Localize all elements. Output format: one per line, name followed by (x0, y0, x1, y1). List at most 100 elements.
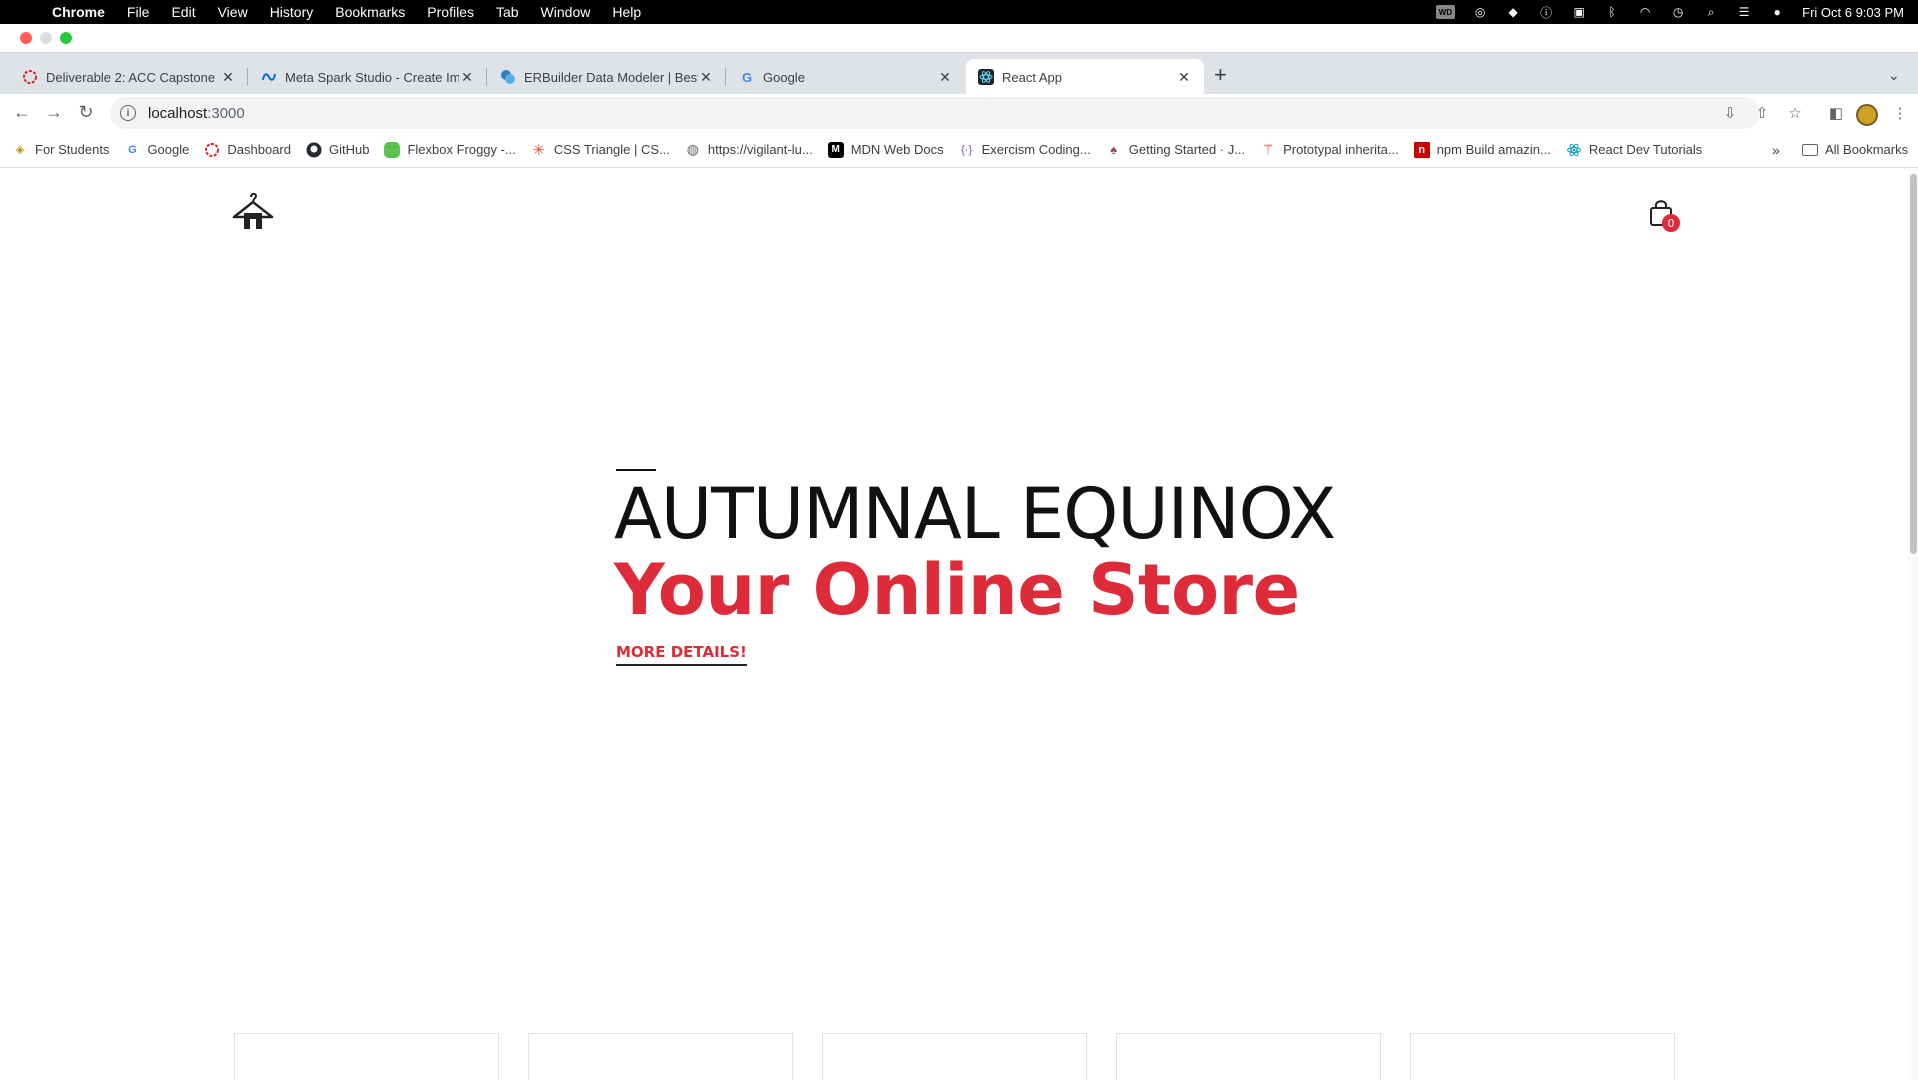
profile-avatar[interactable] (1856, 104, 1878, 126)
jest-icon: ♠ (1110, 142, 1118, 157)
control-center-icon[interactable]: ☰ (1736, 5, 1752, 19)
bookmark-css-triangle[interactable]: ✳ CSS Triangle | CS... (531, 142, 670, 159)
menu-window[interactable]: Window (541, 4, 591, 20)
tab-meta-spark[interactable]: Meta Spark Studio - Create Im ✕ (249, 59, 487, 95)
bookmark-label: Prototypal inherita... (1283, 142, 1399, 157)
menu-app-name[interactable]: Chrome (52, 4, 105, 20)
bookmark-vigilant[interactable]: ◍ https://vigilant-lu... (685, 141, 813, 158)
url-host: localhost (148, 104, 208, 122)
category-card[interactable] (234, 1033, 499, 1080)
bookmark-for-students[interactable]: ◈ For Students (12, 142, 110, 158)
erbuilder-icon (500, 69, 516, 85)
tab-deliverable[interactable]: Deliverable 2: ACC Capstone I ✕ (10, 59, 248, 95)
bookmark-label: Google (147, 142, 190, 157)
more-details-link[interactable]: MORE DETAILS! (616, 643, 747, 666)
froggy-icon (384, 141, 401, 158)
students-icon: ◈ (15, 144, 25, 156)
tab-title: ERBuilder Data Modeler | Best (524, 69, 698, 85)
scrollbar-thumb[interactable] (1910, 174, 1917, 554)
one-password-icon[interactable]: ⓘ (1538, 5, 1554, 20)
folder-icon (1802, 143, 1818, 156)
tab-google[interactable]: G Google ✕ (727, 59, 965, 95)
bookmark-label: React Dev Tutorials (1588, 142, 1703, 157)
window-minimize-button[interactable] (40, 32, 52, 44)
category-card[interactable] (528, 1033, 793, 1080)
new-tab-button[interactable]: + (1214, 62, 1227, 88)
bookmark-prototypal[interactable]: ⚚ Prototypal inherita... (1260, 141, 1399, 158)
tab-close-icon[interactable]: ✕ (1176, 69, 1192, 86)
category-card[interactable] (1410, 1033, 1675, 1080)
tab-title: Deliverable 2: ACC Capstone I (46, 69, 220, 85)
window-title-bar (0, 24, 1918, 52)
siri-icon[interactable]: ● (1769, 5, 1785, 19)
all-bookmarks-label: All Bookmarks (1825, 142, 1909, 157)
menu-tab[interactable]: Tab (496, 4, 519, 20)
bookmark-label: CSS Triangle | CS... (553, 142, 670, 157)
tab-close-icon[interactable]: ✕ (698, 69, 714, 86)
more-bookmarks-chevron-icon[interactable]: » (1772, 142, 1780, 158)
site-info-icon[interactable]: i (120, 105, 136, 121)
menu-help[interactable]: Help (612, 4, 641, 20)
bookmark-exercism[interactable]: {·} Exercism Coding... (959, 142, 1091, 158)
bookmark-label: npm Build amazin... (1436, 142, 1551, 157)
menu-profiles[interactable]: Profiles (427, 4, 474, 20)
category-card[interactable] (822, 1033, 1087, 1080)
tab-close-icon[interactable]: ✕ (459, 69, 475, 86)
reload-icon[interactable]: ↻ (76, 102, 96, 123)
tab-erbuilder[interactable]: ERBuilder Data Modeler | Best ✕ (488, 59, 726, 95)
bookmark-flexbox-froggy[interactable]: Flexbox Froggy -... (384, 141, 516, 158)
window-maximize-button[interactable] (60, 32, 72, 44)
forward-arrow-icon[interactable]: → (44, 102, 64, 123)
tableplus-elephant-icon[interactable]: ◆ (1505, 5, 1521, 19)
google-icon: G (741, 69, 753, 85)
menu-view[interactable]: View (218, 4, 248, 20)
tab-react-app[interactable]: React App ✕ (966, 59, 1204, 95)
wifi-icon[interactable]: ◠ (1637, 5, 1653, 19)
display-icon[interactable]: ▣ (1571, 5, 1587, 19)
acc-logo-icon (22, 69, 38, 85)
bookmark-react-dev[interactable]: React Dev Tutorials (1566, 142, 1702, 158)
bookmark-dashboard[interactable]: Dashboard (204, 142, 291, 158)
bookmark-label: Flexbox Froggy -... (407, 142, 516, 157)
status-area: WD ◎ ◆ ⓘ ▣ ᛒ ◠ ◷ ⌕ ☰ ● Fri Oct 6 9:03 PM (1435, 0, 1904, 24)
address-bar[interactable]: i localhost:3000 (110, 97, 1760, 129)
menu-edit[interactable]: Edit (171, 4, 195, 20)
hanger-logo-icon[interactable] (232, 191, 274, 231)
npm-icon: n (1413, 141, 1430, 158)
all-bookmarks-button[interactable]: All Bookmarks (1802, 142, 1908, 157)
url-port: :3000 (207, 104, 245, 122)
menu-history[interactable]: History (270, 4, 314, 20)
bookmark-mdn[interactable]: M MDN Web Docs (827, 141, 944, 158)
install-app-icon[interactable]: ⇩ (1720, 104, 1740, 122)
share-icon[interactable]: ⇧ (1752, 104, 1772, 122)
back-arrow-icon[interactable]: ← (12, 102, 32, 123)
tab-close-icon[interactable]: ✕ (937, 69, 953, 86)
bookmark-jest[interactable]: ♠ Getting Started · J... (1106, 142, 1245, 158)
bluetooth-icon[interactable]: ᛒ (1604, 5, 1620, 19)
dashboard-icon (204, 142, 220, 158)
wd-drive-icon[interactable]: WD (1435, 5, 1456, 19)
menubar-clock[interactable]: Fri Oct 6 9:03 PM (1802, 5, 1904, 20)
chrome-menu-icon[interactable]: ⋮ (1890, 104, 1910, 122)
category-card[interactable] (1116, 1033, 1381, 1080)
react-icon (978, 69, 994, 85)
time-machine-icon[interactable]: ◷ (1670, 5, 1686, 19)
bookmark-npm[interactable]: n npm Build amazin... (1413, 141, 1551, 158)
spotlight-search-icon[interactable]: ⌕ (1703, 5, 1719, 19)
bookmark-github[interactable]: GitHub (306, 142, 369, 158)
menu-file[interactable]: File (127, 4, 150, 20)
tab-search-chevron-icon[interactable]: ⌄ (1888, 67, 1900, 84)
bookmark-star-icon[interactable]: ☆ (1785, 104, 1805, 122)
bookmark-google[interactable]: G Google (124, 142, 189, 158)
macos-menu-bar: Chrome File Edit View History Bookmarks … (0, 0, 1918, 24)
hero-subtitle: Your Online Store (614, 549, 1300, 631)
menu-bookmarks[interactable]: Bookmarks (335, 4, 405, 20)
side-panel-icon[interactable]: ◧ (1826, 104, 1846, 122)
globe-icon: ◍ (686, 141, 700, 157)
window-close-button[interactable] (20, 32, 32, 44)
react-icon (1566, 142, 1582, 158)
tab-title: React App (1002, 69, 1062, 85)
tab-title: Google (763, 69, 805, 85)
creative-cloud-icon[interactable]: ◎ (1472, 5, 1488, 19)
tab-close-icon[interactable]: ✕ (220, 69, 236, 86)
